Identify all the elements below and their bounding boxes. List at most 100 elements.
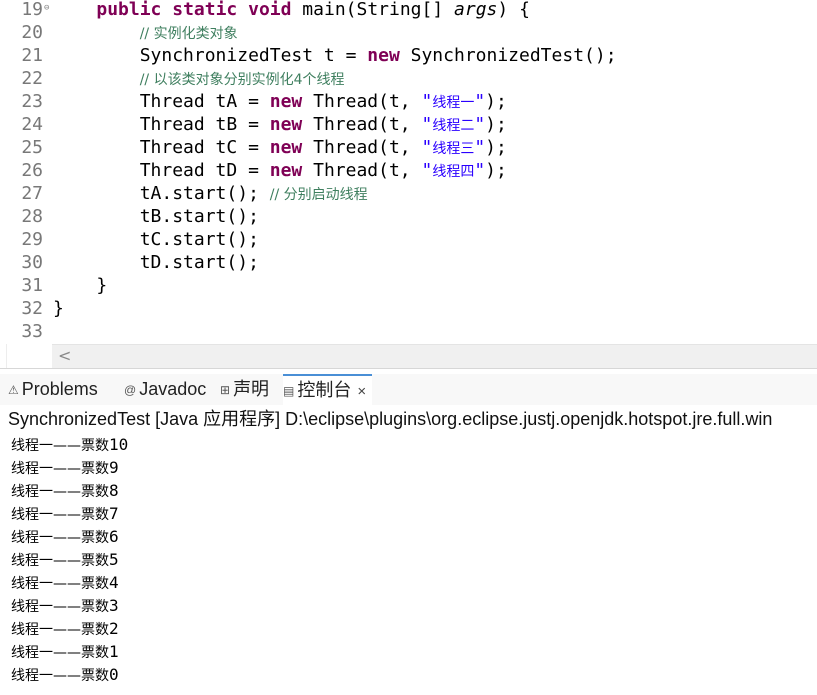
console-output-line: 线程一——票数1	[11, 640, 119, 663]
line-number: 28	[21, 206, 43, 227]
code-line[interactable]: tC.start();	[53, 228, 259, 251]
line-number: 22	[21, 68, 43, 89]
line-number: 32	[21, 298, 43, 319]
tab-label: 控制台	[297, 380, 352, 400]
fold-toggle-icon[interactable]: ⊖	[44, 3, 49, 13]
line-number: 29	[21, 229, 43, 250]
console-output-line: 线程一——票数6	[11, 525, 119, 548]
console-view-tabbar: ⚠ Problems @ Javadoc ⊞ 声明 ▤ 控制台 ×	[0, 374, 817, 405]
line-number: 26	[21, 160, 43, 181]
console-output-line: 线程一——票数5	[11, 548, 119, 571]
output-text: 线程一——票数	[11, 622, 109, 638]
ticket-count: 6	[109, 527, 119, 546]
code-line[interactable]: Thread tA = new Thread(t, "线程一");	[53, 90, 507, 113]
output-text: 线程一——票数	[11, 645, 109, 661]
code-text: tB.start();	[53, 206, 259, 227]
string-literal: "	[421, 137, 433, 158]
tab-problems[interactable]: ⚠ Problems	[8, 374, 98, 405]
output-text: 线程一——票数	[11, 668, 109, 684]
code-text: tD.start();	[53, 252, 259, 273]
ticket-count: 10	[109, 435, 129, 454]
string-literal: "	[474, 137, 486, 158]
horizontal-scrollbar[interactable]: <	[52, 344, 817, 369]
code-line[interactable]: tD.start();	[53, 251, 259, 274]
code-line[interactable]: tA.start(); // 分别启动线程	[53, 182, 368, 205]
console-icon: ▤	[283, 383, 295, 398]
ticket-count: 0	[109, 665, 119, 684]
output-text: 线程一——票数	[11, 599, 109, 615]
code-text: }	[53, 298, 64, 319]
code-line[interactable]: Thread tC = new Thread(t, "线程三");	[53, 136, 507, 159]
code-text: );	[485, 91, 507, 112]
console-output-line: 线程一——票数7	[11, 502, 119, 525]
javadoc-icon: @	[124, 382, 137, 397]
console-output-line: 线程一——票数0	[11, 663, 119, 686]
output-text: 线程一——票数	[11, 576, 109, 592]
code-line[interactable]: }	[53, 297, 64, 320]
code-line[interactable]: }	[53, 274, 107, 297]
code-text: Thread tA =	[53, 91, 270, 112]
declaration-icon: ⊞	[220, 382, 231, 397]
tab-javadoc[interactable]: @ Javadoc	[124, 374, 206, 405]
keyword-token: void	[248, 0, 292, 20]
line-number: 27	[21, 183, 43, 204]
keyword-token: static	[172, 0, 238, 20]
parameter-token: args	[454, 0, 498, 20]
keyword-token: new	[269, 91, 303, 112]
ticket-count: 1	[109, 642, 119, 661]
keyword-token: public	[96, 0, 162, 20]
code-text: Thread(t,	[302, 114, 422, 135]
code-text: SynchronizedTest();	[399, 45, 617, 66]
code-text: ) {	[497, 0, 530, 20]
output-text: 线程一——票数	[11, 530, 109, 546]
scroll-left-icon[interactable]: <	[58, 345, 71, 367]
code-text: );	[485, 114, 507, 135]
code-text: tC.start();	[53, 229, 259, 250]
code-line[interactable]: // 实例化类对象	[53, 21, 238, 44]
console-output[interactable]: 线程一——票数10 线程一——票数9 线程一——票数8 线程一——票数7 线程一——票数…	[0, 433, 817, 695]
keyword-token: new	[367, 45, 400, 66]
string-literal: "	[421, 114, 433, 135]
console-process-header: SynchronizedTest [Java 应用程序] D:\eclipse\…	[0, 405, 817, 434]
ticket-count: 8	[109, 481, 119, 500]
line-number: 25	[21, 137, 43, 158]
string-literal: "	[421, 160, 433, 181]
tab-声明[interactable]: ⊞ 声明	[220, 374, 269, 405]
console-output-line: 线程一——票数4	[11, 571, 119, 594]
line-number: 19	[21, 0, 43, 20]
code-line[interactable]: Thread tD = new Thread(t, "线程四");	[53, 159, 507, 182]
code-editor[interactable]: 19 20 21 22 23 24 25 26 27 28 29 30 31 32 33 ⊖ < public…	[0, 0, 817, 369]
code-line[interactable]: tB.start();	[53, 205, 259, 228]
code-line[interactable]: SynchronizedTest t = new SynchronizedTes…	[53, 44, 617, 67]
tab-label: Problems	[21, 379, 98, 399]
code-comment: // 实例化类对象	[139, 26, 238, 42]
ticket-count: 3	[109, 596, 119, 615]
code-text: tA.start();	[53, 183, 270, 204]
code-line[interactable]: public static void main(String[] args) {	[53, 0, 530, 21]
ticket-count: 5	[109, 550, 119, 569]
line-number-gutter: 19 20 21 22 23 24 25 26 27 28 29 30 31 32 33 ⊖	[0, 0, 52, 344]
code-text: Thread(t,	[302, 137, 422, 158]
console-output-line: 线程一——票数9	[11, 456, 119, 479]
code-text: Thread tC =	[53, 137, 270, 158]
line-number: 30	[21, 252, 43, 273]
console-output-line: 线程一——票数2	[11, 617, 119, 640]
output-text: 线程一——票数	[11, 507, 109, 523]
console-process-label: SynchronizedTest [Java 应用程序] D:\eclipse\…	[8, 409, 773, 429]
code-text: Thread tD =	[53, 160, 270, 181]
tab-控制台[interactable]: ▤ 控制台 ×	[283, 374, 373, 405]
code-line[interactable]: // 以该类对象分别实例化4个线程	[53, 67, 345, 90]
code-text: main(String[]	[291, 0, 455, 20]
ticket-count: 7	[109, 504, 119, 523]
console-output-line: 线程一——票数3	[11, 594, 119, 617]
close-icon[interactable]: ×	[357, 383, 366, 400]
output-text: 线程一——票数	[11, 553, 109, 569]
code-line[interactable]: Thread tB = new Thread(t, "线程二");	[53, 113, 507, 136]
code-text: );	[485, 137, 507, 158]
console-output-line: 线程一——票数10	[11, 433, 128, 456]
